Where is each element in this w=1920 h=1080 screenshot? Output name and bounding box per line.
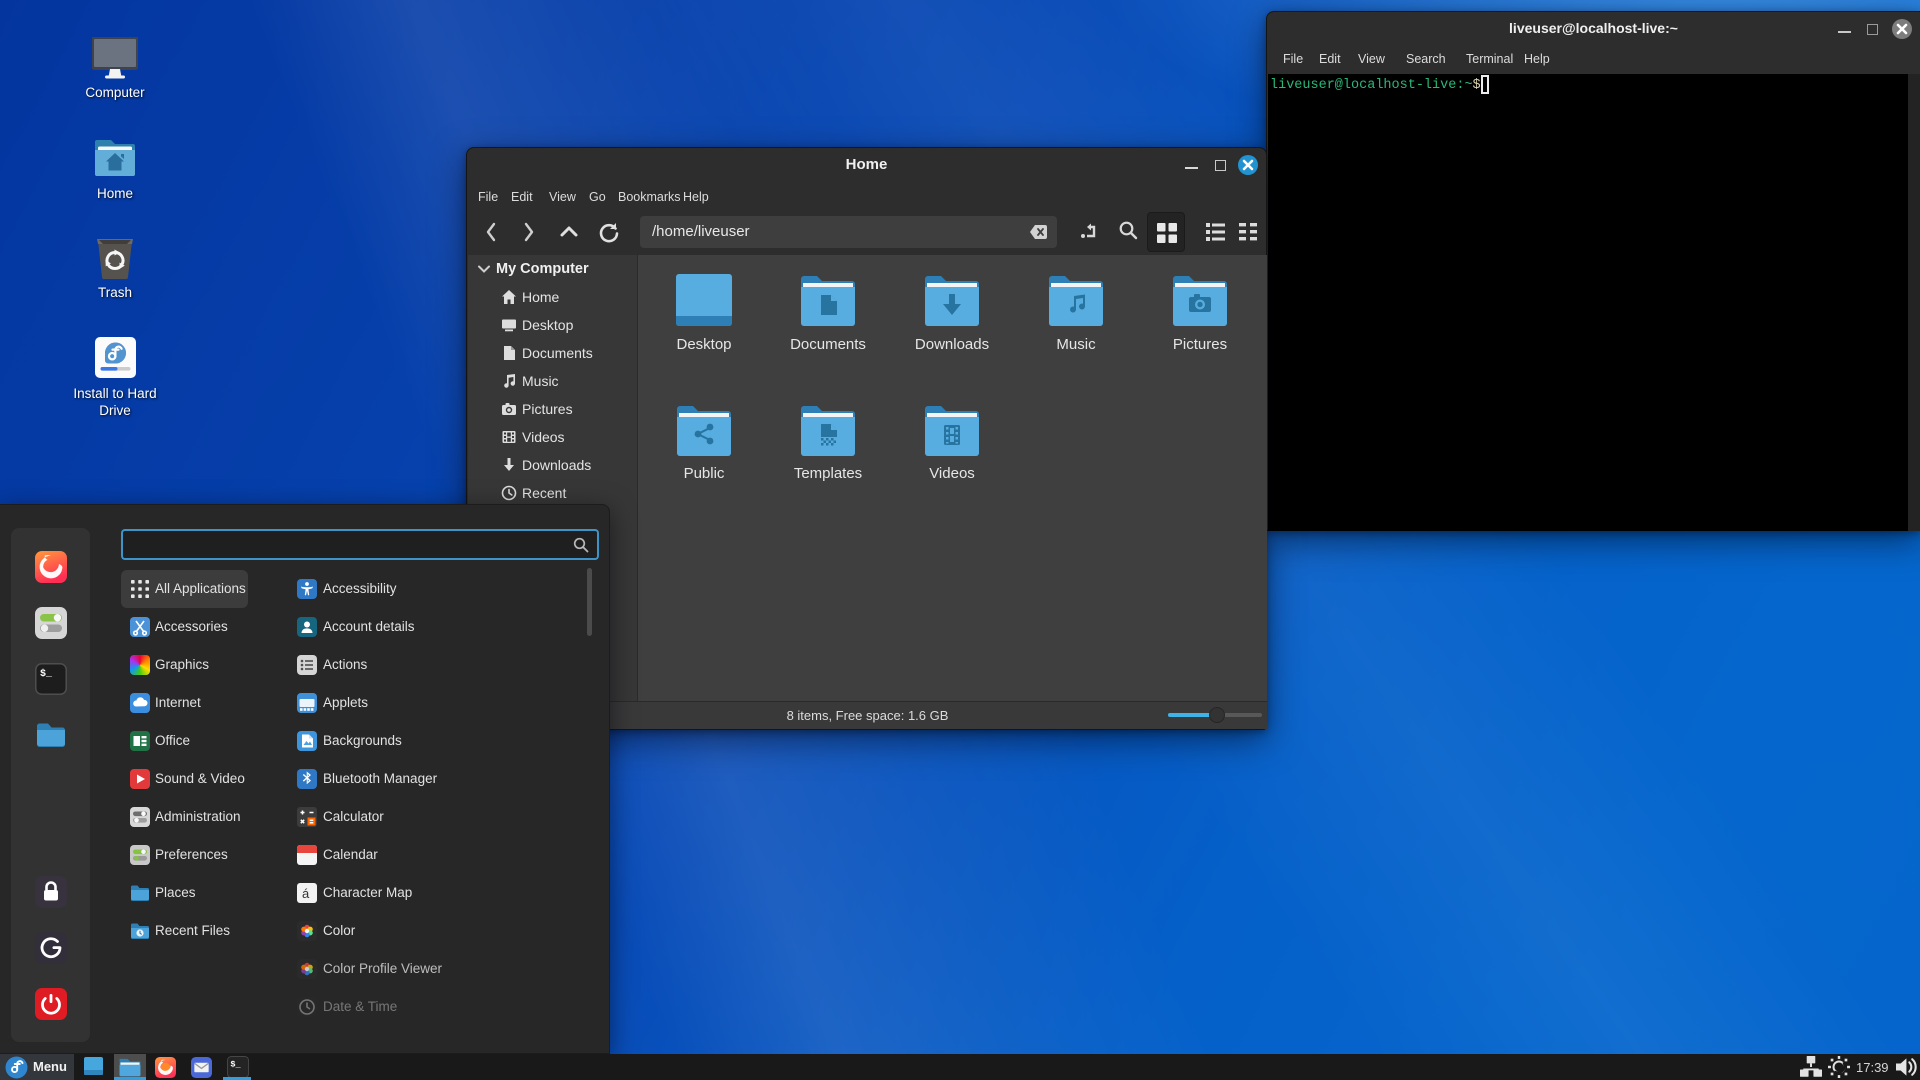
svg-text:$_: $_ bbox=[230, 1060, 241, 1070]
svg-text:$_: $_ bbox=[40, 668, 53, 680]
svg-text:á: á bbox=[302, 886, 310, 901]
